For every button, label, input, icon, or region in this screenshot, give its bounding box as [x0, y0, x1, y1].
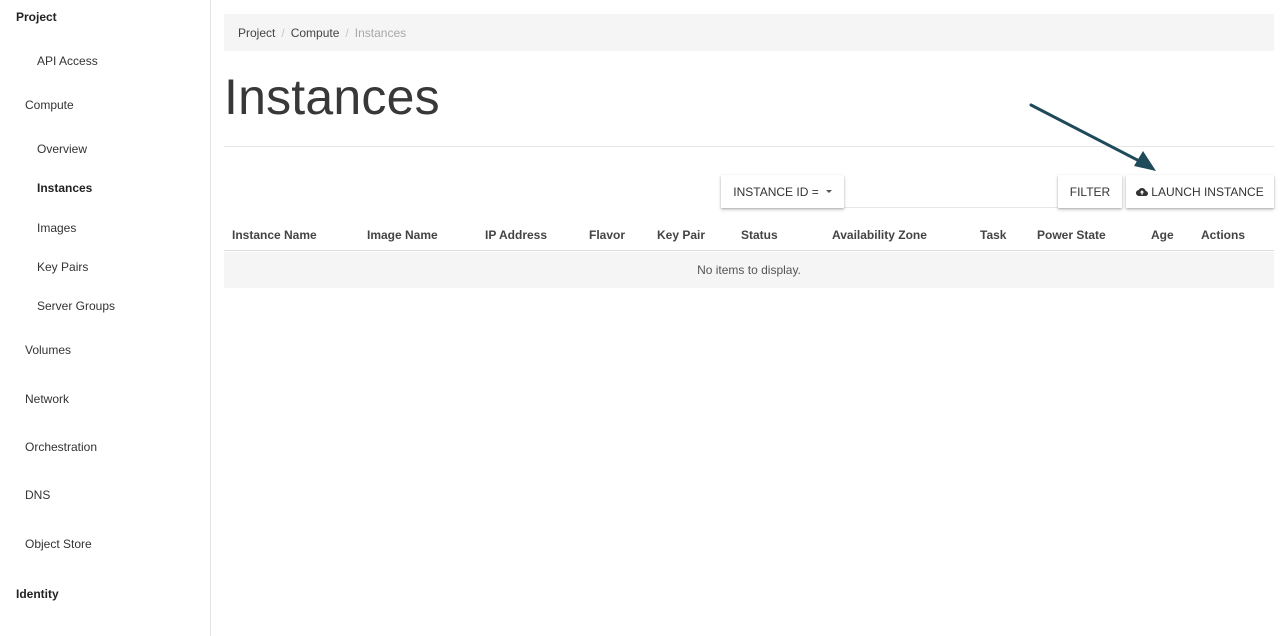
breadcrumb-item-compute[interactable]: Compute — [291, 26, 340, 40]
column-header-actions: Actions — [1201, 228, 1246, 242]
column-header-ip-address[interactable]: IP Address — [485, 228, 547, 242]
filter-field-dropdown[interactable]: INSTANCE ID = — [721, 175, 844, 208]
column-header-key-pair[interactable]: Key Pair — [657, 228, 705, 242]
caret-down-icon — [825, 190, 832, 193]
breadcrumb-separator: / — [345, 25, 349, 40]
cloud-upload-icon — [1136, 187, 1149, 196]
sidebar-group-object-store[interactable]: Object Store — [25, 537, 92, 551]
column-header-status[interactable]: Status — [741, 228, 778, 242]
filter-button-label: FILTER — [1069, 184, 1111, 199]
sidebar-item-images[interactable]: Images — [37, 221, 76, 235]
sidebar-section-identity[interactable]: Identity — [16, 587, 59, 601]
breadcrumb-separator: / — [281, 25, 285, 40]
empty-message: No items to display. — [697, 263, 801, 277]
column-header-task[interactable]: Task — [980, 228, 1006, 242]
launch-instance-label: LAUNCH INSTANCE — [1151, 184, 1264, 199]
sidebar-group-orchestration[interactable]: Orchestration — [25, 440, 97, 454]
sidebar-item-key-pairs[interactable]: Key Pairs — [37, 260, 88, 274]
page-title: Instances — [224, 69, 440, 125]
sidebar: Project API Access Compute Overview Inst… — [0, 0, 211, 636]
sidebar-section-project[interactable]: Project — [16, 10, 57, 24]
sidebar-item-overview[interactable]: Overview — [37, 142, 87, 156]
column-header-flavor[interactable]: Flavor — [589, 228, 625, 242]
filter-field-label: INSTANCE ID = — [733, 184, 819, 199]
column-header-image-name[interactable]: Image Name — [367, 228, 438, 242]
sidebar-group-dns[interactable]: DNS — [25, 488, 50, 502]
sidebar-item-server-groups[interactable]: Server Groups — [37, 299, 115, 313]
sidebar-item-api-access[interactable]: API Access — [37, 54, 98, 68]
column-header-power-state[interactable]: Power State — [1037, 228, 1106, 242]
column-header-instance-name[interactable]: Instance Name — [232, 228, 317, 242]
breadcrumb-item-current: Instances — [354, 25, 407, 40]
sidebar-group-volumes[interactable]: Volumes — [25, 343, 71, 357]
breadcrumb: Project / Compute / Instances — [224, 14, 1274, 51]
sidebar-group-compute[interactable]: Compute — [25, 98, 74, 112]
table-empty-row: No items to display. — [224, 252, 1274, 288]
sidebar-group-network[interactable]: Network — [25, 392, 69, 406]
table-header: Instance Name Image Name IP Address Flav… — [224, 220, 1274, 251]
column-header-age[interactable]: Age — [1151, 228, 1174, 242]
breadcrumb-item-project[interactable]: Project — [238, 26, 275, 40]
column-header-availability-zone[interactable]: Availability Zone — [832, 228, 927, 242]
filter-input-underline — [844, 207, 1058, 208]
sidebar-item-instances[interactable]: Instances — [37, 181, 92, 195]
annotation-arrow-icon — [1029, 103, 1156, 171]
